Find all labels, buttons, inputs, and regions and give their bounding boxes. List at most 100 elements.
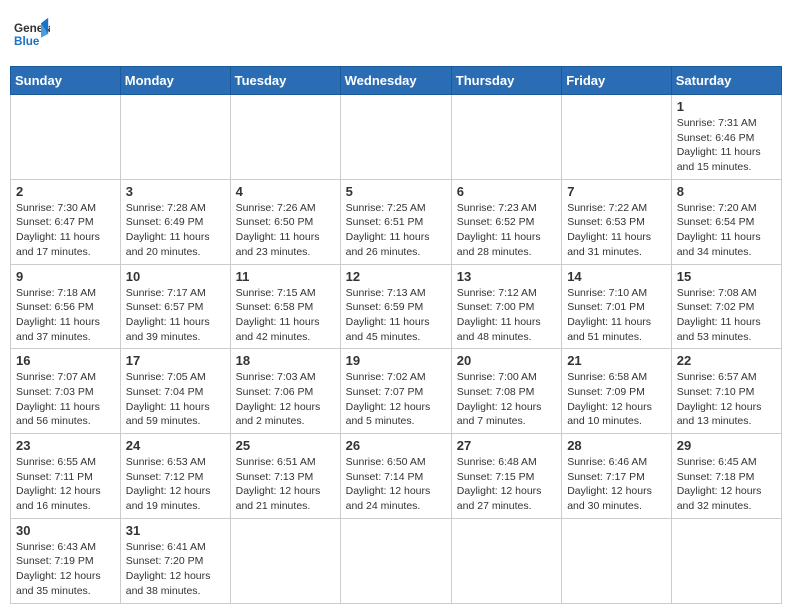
- day-number: 1: [677, 99, 776, 114]
- day-number: 22: [677, 353, 776, 368]
- calendar-cell: 29Sunrise: 6:45 AM Sunset: 7:18 PM Dayli…: [671, 434, 781, 519]
- calendar-cell: 4Sunrise: 7:26 AM Sunset: 6:50 PM Daylig…: [230, 179, 340, 264]
- day-number: 11: [236, 269, 335, 284]
- weekday-header-monday: Monday: [120, 67, 230, 95]
- week-row-1: 2 Sunrise: 7:30 AM Sunset: 6:47 PM Daylig…: [11, 179, 782, 264]
- calendar-cell: 19Sunrise: 7:02 AM Sunset: 7:07 PM Dayli…: [340, 349, 451, 434]
- day-number: 28: [567, 438, 666, 453]
- week-row-3: 16 Sunrise: 7:07 AM Sunset: 7:03 PM Dayli…: [11, 349, 782, 434]
- weekday-header-tuesday: Tuesday: [230, 67, 340, 95]
- calendar-cell: 15 Sunrise: 7:08 AM Sunset: 7:02 PM Dayli…: [671, 264, 781, 349]
- day-info: Sunrise: 7:08 AM Sunset: 7:02 PM Dayligh…: [677, 286, 776, 345]
- day-info: Sunrise: 7:03 AM Sunset: 7:06 PM Dayligh…: [236, 370, 335, 429]
- calendar-cell: [11, 95, 121, 180]
- logo: General Blue: [14, 16, 50, 52]
- day-info: Sunrise: 7:17 AM Sunset: 6:57 PM Dayligh…: [126, 286, 225, 345]
- day-number: 29: [677, 438, 776, 453]
- day-info: Sunrise: 7:28 AM Sunset: 6:49 PM Dayligh…: [126, 201, 225, 260]
- calendar-cell: [562, 518, 672, 603]
- weekday-header-thursday: Thursday: [451, 67, 561, 95]
- calendar-cell: [120, 95, 230, 180]
- day-info: Sunrise: 6:58 AM Sunset: 7:09 PM Dayligh…: [567, 370, 666, 429]
- calendar-table: SundayMondayTuesdayWednesdayThursdayFrid…: [10, 66, 782, 604]
- calendar-cell: 7 Sunrise: 7:22 AM Sunset: 6:53 PM Daylig…: [562, 179, 672, 264]
- day-number: 27: [457, 438, 556, 453]
- day-number: 24: [126, 438, 225, 453]
- weekday-header-saturday: Saturday: [671, 67, 781, 95]
- day-info: Sunrise: 7:10 AM Sunset: 7:01 PM Dayligh…: [567, 286, 666, 345]
- calendar-cell: 26Sunrise: 6:50 AM Sunset: 7:14 PM Dayli…: [340, 434, 451, 519]
- day-number: 30: [16, 523, 115, 538]
- day-number: 8: [677, 184, 776, 199]
- week-row-0: 1 Sunrise: 7:31 AM Sunset: 6:46 PM Daylig…: [11, 95, 782, 180]
- calendar-cell: 16 Sunrise: 7:07 AM Sunset: 7:03 PM Dayli…: [11, 349, 121, 434]
- day-number: 23: [16, 438, 115, 453]
- day-number: 13: [457, 269, 556, 284]
- day-info: Sunrise: 7:15 AM Sunset: 6:58 PM Dayligh…: [236, 286, 335, 345]
- day-info: Sunrise: 6:51 AM Sunset: 7:13 PM Dayligh…: [236, 455, 335, 514]
- day-number: 3: [126, 184, 225, 199]
- calendar-cell: [230, 518, 340, 603]
- day-info: Sunrise: 6:57 AM Sunset: 7:10 PM Dayligh…: [677, 370, 776, 429]
- calendar-cell: 9 Sunrise: 7:18 AM Sunset: 6:56 PM Daylig…: [11, 264, 121, 349]
- day-number: 7: [567, 184, 666, 199]
- day-info: Sunrise: 7:00 AM Sunset: 7:08 PM Dayligh…: [457, 370, 556, 429]
- page-header: General Blue: [10, 10, 782, 58]
- calendar-cell: 22 Sunrise: 6:57 AM Sunset: 7:10 PM Dayli…: [671, 349, 781, 434]
- day-number: 21: [567, 353, 666, 368]
- day-number: 15: [677, 269, 776, 284]
- calendar-cell: 28 Sunrise: 6:46 AM Sunset: 7:17 PM Dayli…: [562, 434, 672, 519]
- day-number: 17: [126, 353, 225, 368]
- day-info: Sunrise: 7:12 AM Sunset: 7:00 PM Dayligh…: [457, 286, 556, 345]
- calendar-cell: [451, 518, 561, 603]
- day-info: Sunrise: 6:46 AM Sunset: 7:17 PM Dayligh…: [567, 455, 666, 514]
- day-info: Sunrise: 7:30 AM Sunset: 6:47 PM Dayligh…: [16, 201, 115, 260]
- calendar-cell: 31 Sunrise: 6:41 AM Sunset: 7:20 PM Dayli…: [120, 518, 230, 603]
- calendar-cell: 6 Sunrise: 7:23 AM Sunset: 6:52 PM Daylig…: [451, 179, 561, 264]
- day-info: Sunrise: 7:13 AM Sunset: 6:59 PM Dayligh…: [346, 286, 446, 345]
- day-number: 18: [236, 353, 335, 368]
- svg-text:Blue: Blue: [14, 35, 40, 48]
- day-info: Sunrise: 7:31 AM Sunset: 6:46 PM Dayligh…: [677, 116, 776, 175]
- day-number: 6: [457, 184, 556, 199]
- day-info: Sunrise: 7:02 AM Sunset: 7:07 PM Dayligh…: [346, 370, 446, 429]
- week-row-4: 23 Sunrise: 6:55 AM Sunset: 7:11 PM Dayli…: [11, 434, 782, 519]
- calendar-cell: 27Sunrise: 6:48 AM Sunset: 7:15 PM Dayli…: [451, 434, 561, 519]
- calendar-cell: 18 Sunrise: 7:03 AM Sunset: 7:06 PM Dayli…: [230, 349, 340, 434]
- day-info: Sunrise: 6:41 AM Sunset: 7:20 PM Dayligh…: [126, 540, 225, 599]
- day-number: 10: [126, 269, 225, 284]
- day-info: Sunrise: 7:18 AM Sunset: 6:56 PM Dayligh…: [16, 286, 115, 345]
- day-info: Sunrise: 6:43 AM Sunset: 7:19 PM Dayligh…: [16, 540, 115, 599]
- calendar-cell: 2 Sunrise: 7:30 AM Sunset: 6:47 PM Daylig…: [11, 179, 121, 264]
- weekday-header-wednesday: Wednesday: [340, 67, 451, 95]
- calendar-cell: 3 Sunrise: 7:28 AM Sunset: 6:49 PM Daylig…: [120, 179, 230, 264]
- calendar-cell: 10 Sunrise: 7:17 AM Sunset: 6:57 PM Dayli…: [120, 264, 230, 349]
- calendar-cell: [562, 95, 672, 180]
- day-number: 20: [457, 353, 556, 368]
- calendar-cell: 20 Sunrise: 7:00 AM Sunset: 7:08 PM Dayli…: [451, 349, 561, 434]
- day-number: 31: [126, 523, 225, 538]
- calendar-cell: [671, 518, 781, 603]
- calendar-cell: 14 Sunrise: 7:10 AM Sunset: 7:01 PM Dayli…: [562, 264, 672, 349]
- calendar-cell: 12 Sunrise: 7:13 AM Sunset: 6:59 PM Dayli…: [340, 264, 451, 349]
- calendar-cell: 5Sunrise: 7:25 AM Sunset: 6:51 PM Daylig…: [340, 179, 451, 264]
- day-number: 14: [567, 269, 666, 284]
- day-number: 2: [16, 184, 115, 199]
- day-info: Sunrise: 7:22 AM Sunset: 6:53 PM Dayligh…: [567, 201, 666, 260]
- day-info: Sunrise: 7:07 AM Sunset: 7:03 PM Dayligh…: [16, 370, 115, 429]
- day-number: 26: [346, 438, 446, 453]
- day-info: Sunrise: 7:23 AM Sunset: 6:52 PM Dayligh…: [457, 201, 556, 260]
- day-number: 5: [346, 184, 446, 199]
- day-number: 12: [346, 269, 446, 284]
- day-info: Sunrise: 6:53 AM Sunset: 7:12 PM Dayligh…: [126, 455, 225, 514]
- day-number: 9: [16, 269, 115, 284]
- calendar-cell: [451, 95, 561, 180]
- calendar-cell: 11 Sunrise: 7:15 AM Sunset: 6:58 PM Dayli…: [230, 264, 340, 349]
- weekday-header-row: SundayMondayTuesdayWednesdayThursdayFrid…: [11, 67, 782, 95]
- day-info: Sunrise: 7:05 AM Sunset: 7:04 PM Dayligh…: [126, 370, 225, 429]
- calendar-cell: 21 Sunrise: 6:58 AM Sunset: 7:09 PM Dayli…: [562, 349, 672, 434]
- day-info: Sunrise: 6:55 AM Sunset: 7:11 PM Dayligh…: [16, 455, 115, 514]
- calendar-cell: 24 Sunrise: 6:53 AM Sunset: 7:12 PM Dayli…: [120, 434, 230, 519]
- day-number: 16: [16, 353, 115, 368]
- weekday-header-friday: Friday: [562, 67, 672, 95]
